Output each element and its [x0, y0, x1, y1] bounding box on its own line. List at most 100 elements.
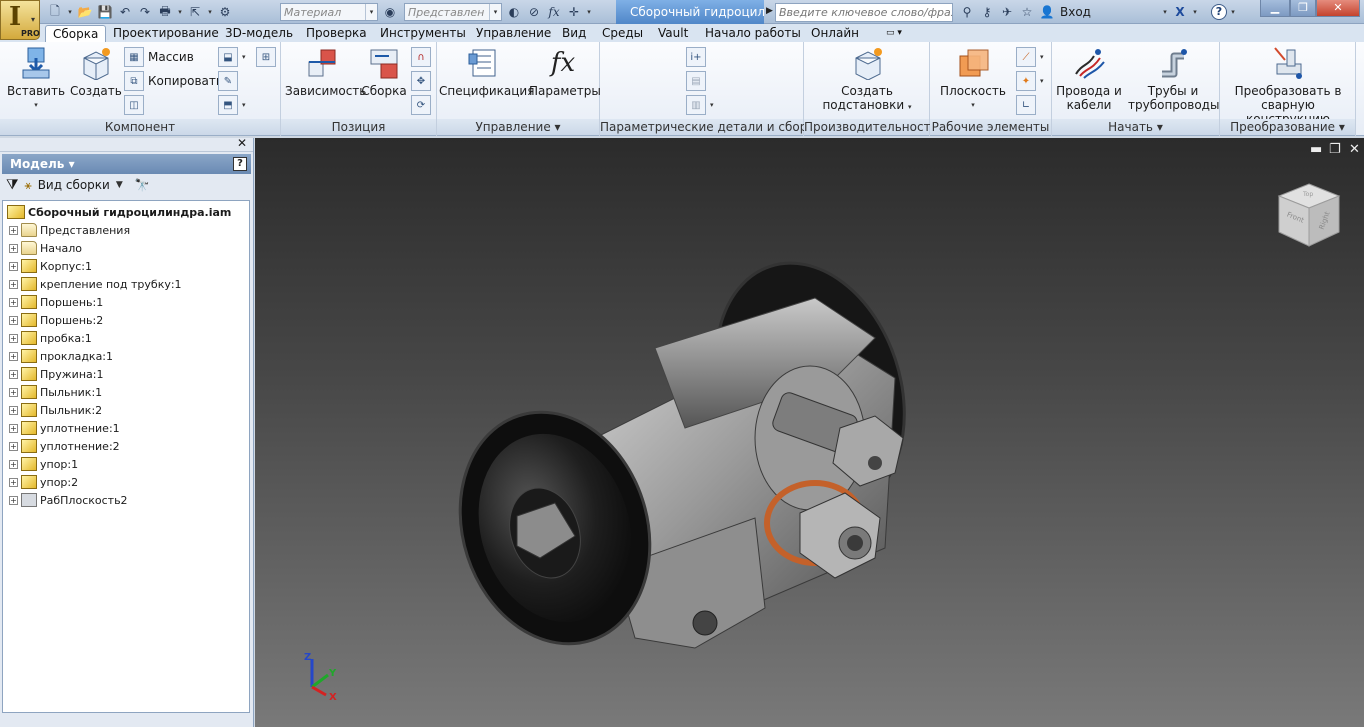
panel-begin-title[interactable]: Начать ▾ — [1052, 119, 1219, 135]
expand-icon[interactable]: + — [9, 405, 18, 415]
parameters-button[interactable]: fx Параметры — [529, 44, 601, 98]
tab-environments[interactable]: Среды — [602, 25, 643, 42]
tree-item[interactable]: + Пыльник:2 — [9, 401, 102, 419]
axis-button[interactable]: ⟋ ▾ — [1016, 46, 1044, 68]
appearance-icon[interactable]: ◐ — [505, 3, 523, 21]
expand-icon[interactable]: + — [9, 477, 18, 487]
close-button[interactable]: ✕ — [1316, 0, 1360, 17]
close-icon[interactable]: ✕ — [237, 136, 247, 150]
tab-get-started[interactable]: Начало работы — [705, 25, 801, 42]
rotate-button[interactable]: ⟳ — [411, 94, 431, 116]
expand-icon[interactable]: + — [9, 441, 18, 451]
ipart-table-button[interactable]: ▤ — [686, 70, 706, 92]
new-file-icon[interactable]: 🗋 — [46, 3, 64, 21]
tree-item[interactable]: + крепление под трубку:1 — [9, 275, 182, 293]
update-icon[interactable]: ⚙ — [216, 3, 234, 21]
convert-weldment-button[interactable]: Преобразовать в сварную конструкцию — [1222, 44, 1354, 126]
clear-appearance-icon[interactable]: ⊘ — [525, 3, 543, 21]
help-icon[interactable]: ? — [1210, 4, 1227, 20]
redo-icon[interactable]: ↷ — [136, 3, 154, 21]
create-substitute-button[interactable]: Создать подстановки ▾ — [812, 44, 922, 114]
expand-icon[interactable]: + — [9, 369, 18, 379]
help-icon[interactable]: ? — [233, 157, 247, 171]
tree-item[interactable]: + упор:1 — [9, 455, 78, 473]
expand-icon[interactable]: + — [9, 225, 18, 235]
insert-button[interactable]: Вставить ▾ — [6, 44, 66, 112]
tree-item[interactable]: + Пыльник:1 — [9, 383, 102, 401]
filter-icon[interactable]: ⧩ — [6, 177, 19, 193]
expand-icon[interactable]: + — [9, 279, 18, 289]
open-icon[interactable]: 📂 — [76, 3, 94, 21]
place-from-content-button[interactable]: ⬓ ▾ — [218, 46, 246, 68]
edit-component-button[interactable]: ✎ — [218, 70, 238, 92]
pattern-button[interactable]: ▦ Массив — [124, 46, 194, 68]
tab-design[interactable]: Проектирование — [113, 25, 219, 42]
tab-view[interactable]: Вид — [562, 25, 586, 42]
document-tab[interactable]: Сборочный гидроцил... — [616, 0, 764, 24]
minimize-button[interactable]: ▁ — [1260, 0, 1290, 17]
constrain-button[interactable]: Зависимость — [285, 44, 366, 98]
expand-icon[interactable]: + — [9, 351, 18, 361]
panel-convert-title[interactable]: Преобразование ▾ — [1220, 119, 1355, 135]
return-icon[interactable]: ⇱ — [186, 3, 204, 21]
substitute-button[interactable]: ⬒ ▾ — [218, 94, 246, 116]
star-icon[interactable]: ☆ — [1018, 3, 1036, 21]
expand-icon[interactable]: + — [9, 315, 18, 325]
tree-root[interactable]: Сборочный гидроцилиндра.iam — [7, 203, 231, 221]
expand-icon[interactable]: + — [9, 333, 18, 343]
expand-icon[interactable]: + — [9, 495, 18, 505]
create-component-button[interactable]: Создать — [70, 44, 122, 98]
mirror-button[interactable]: ◫ — [124, 94, 144, 116]
tab-tools[interactable]: Инструменты — [380, 25, 466, 42]
tree-item[interactable]: + Поршень:2 — [9, 311, 103, 329]
tab-online[interactable]: Онлайн — [811, 25, 859, 42]
satellite-icon[interactable]: ✈ — [998, 3, 1016, 21]
expand-icon[interactable]: + — [9, 387, 18, 397]
edit-ipart-button[interactable]: ▥ ▾ — [686, 94, 714, 116]
panel-manage-title[interactable]: Управление ▾ — [437, 119, 599, 135]
tree-item[interactable]: + уплотнение:1 — [9, 419, 120, 437]
color-wheel-icon[interactable]: ◉ — [381, 3, 399, 21]
plane-button[interactable]: Плоскость ▾ — [938, 44, 1008, 112]
tree-item[interactable]: + Представления — [9, 221, 130, 239]
tree-item[interactable]: + прокладка:1 — [9, 347, 113, 365]
tree-item[interactable]: + упор:2 — [9, 473, 78, 491]
undo-icon[interactable]: ↶ — [116, 3, 134, 21]
expand-icon[interactable]: + — [9, 261, 18, 271]
ribbon-options-icon[interactable]: ▭ ▾ — [886, 25, 902, 42]
move-button[interactable]: ✥ — [411, 70, 431, 92]
material-combo[interactable]: Материал ▾ — [280, 3, 378, 21]
tree-item[interactable]: + Поршень:1 — [9, 293, 103, 311]
joint-button[interactable]: ∩ — [411, 46, 431, 68]
copy-button[interactable]: ⧉ Копировать — [124, 70, 223, 92]
graphics-window[interactable]: ▬ ❐ ✕ Front Right Top Z Y X — [255, 138, 1364, 727]
viewcube[interactable]: Front Right Top — [1277, 182, 1341, 248]
expand-icon[interactable]: + — [9, 459, 18, 469]
binoculars-icon[interactable]: ⚲ — [958, 3, 976, 21]
cable-harness-button[interactable]: Провода и кабели — [1056, 44, 1122, 112]
tree-item[interactable]: + РабПлоскость2 — [9, 491, 128, 509]
user-icon[interactable]: 👤 — [1038, 3, 1056, 21]
chevron-down-icon[interactable]: ▼ — [116, 180, 123, 190]
tab-manage[interactable]: Управление — [476, 25, 551, 42]
exchange-icon[interactable]: X — [1171, 3, 1189, 21]
demote-button[interactable]: ⊞ — [256, 46, 276, 68]
print-icon[interactable]: 🖶 — [156, 3, 174, 21]
key-icon[interactable]: ⚷ — [978, 3, 996, 21]
play-icon[interactable]: ▶ — [766, 6, 773, 16]
tree-item[interactable]: + пробка:1 — [9, 329, 92, 347]
bom-button[interactable]: Спецификация — [439, 44, 534, 98]
ucs-button[interactable]: ∟ — [1016, 94, 1036, 116]
tree-item[interactable]: + Корпус:1 — [9, 257, 92, 275]
assembly-view-dropdown[interactable]: Вид сборки — [38, 178, 110, 192]
save-icon[interactable]: 💾 — [96, 3, 114, 21]
signin-link[interactable]: Вход — [1060, 5, 1091, 19]
create-ipart-button[interactable]: i+ — [686, 46, 706, 68]
assemble-button[interactable]: Сборка — [361, 44, 407, 98]
tree-item[interactable]: + уплотнение:2 — [9, 437, 120, 455]
point-button[interactable]: ✦ ▾ — [1016, 70, 1044, 92]
expand-icon[interactable]: + — [9, 297, 18, 307]
expand-icon[interactable]: + — [9, 423, 18, 433]
find-binoculars-icon[interactable]: 🔭 — [135, 178, 150, 192]
tab-3d-model[interactable]: 3D-модель — [225, 25, 293, 42]
